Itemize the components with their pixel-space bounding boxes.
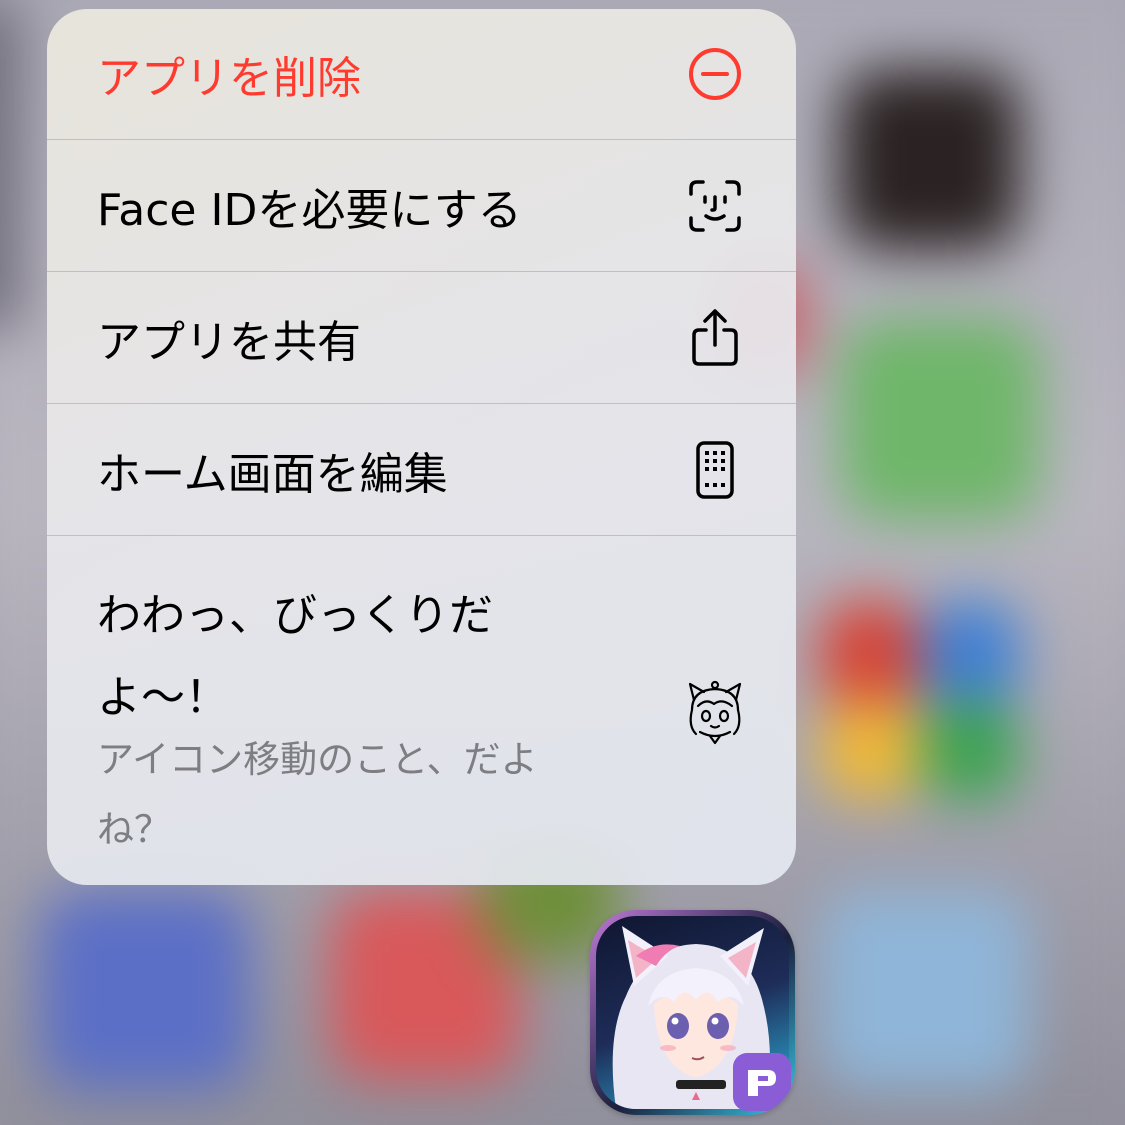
anime-girl-app-icon[interactable] <box>590 910 795 1115</box>
app-context-menu: アプリを削除 Face IDを必要にする アプリを共有 ホーム画面を編集 わわっ… <box>47 9 796 885</box>
widget-message-item[interactable]: わわっ、びっくりだよ〜！ アイコン移動のこと、だよね？ <box>47 537 796 885</box>
menu-item-share-app[interactable]: アプリを共有 <box>47 273 796 404</box>
menu-item-delete-app[interactable]: アプリを削除 <box>47 9 796 140</box>
phone-apps-icon <box>675 430 755 510</box>
require-face-id-label: Face IDを必要にする <box>97 185 522 236</box>
delete-app-label: アプリを削除 <box>97 53 361 104</box>
edit-home-screen-label: ホーム画面を編集 <box>97 449 448 500</box>
p-badge-icon <box>733 1053 791 1111</box>
home-screen: アプリを削除 Face IDを必要にする アプリを共有 ホーム画面を編集 わわっ… <box>0 0 1125 1125</box>
share-app-label: アプリを共有 <box>97 317 361 368</box>
menu-item-require-face-id[interactable]: Face IDを必要にする <box>47 141 796 272</box>
minus-circle-icon <box>675 34 755 114</box>
widget-message-title: わわっ、びっくりだよ〜！ <box>97 590 493 723</box>
widget-message-subtitle: アイコン移動のこと、だよね？ <box>97 738 538 851</box>
anime-character-icon <box>675 671 755 751</box>
menu-item-edit-home-screen[interactable]: ホーム画面を編集 <box>47 405 796 536</box>
face-id-icon <box>675 166 755 246</box>
share-icon <box>675 298 755 378</box>
